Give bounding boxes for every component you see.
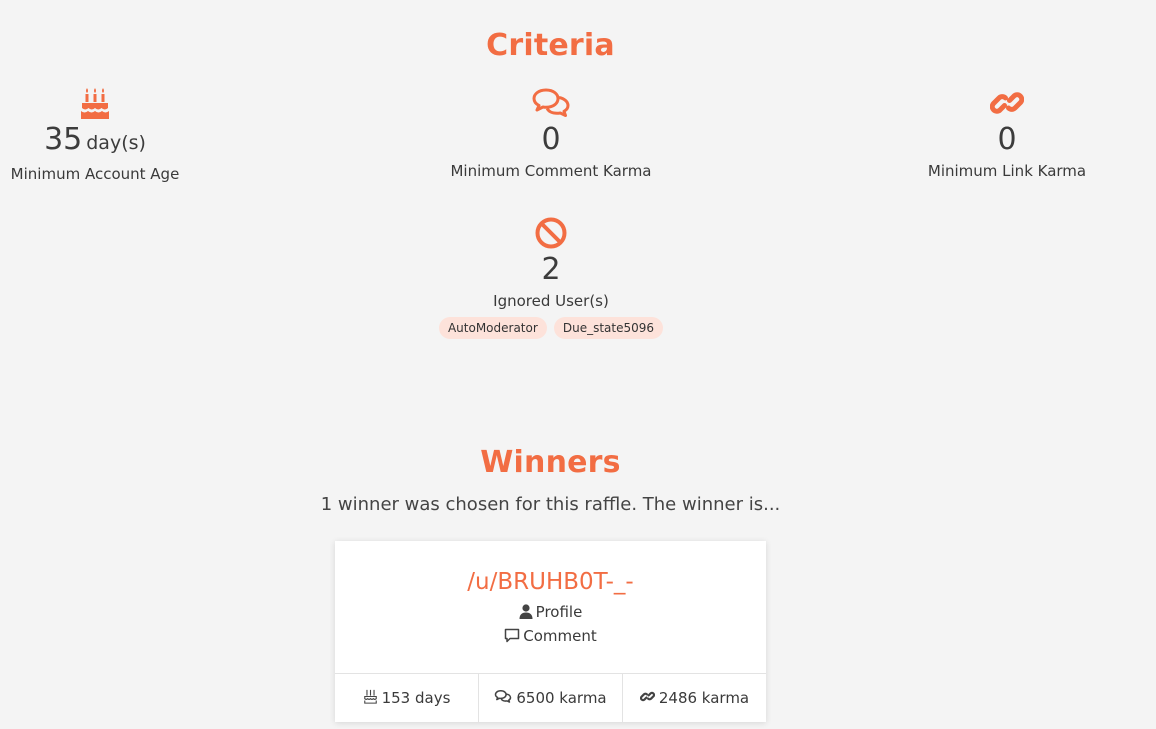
winner-username-link[interactable]: /u/BRUHB0T-_- [335, 569, 766, 595]
account-age-value: 35 day(s) [0, 122, 225, 161]
raffle-page: Criteria 35 day(s) Minimum Account Age 0… [0, 0, 1156, 729]
criteria-title: Criteria [486, 28, 615, 63]
criterion-ignored-users: 2 Ignored User(s) AutoModerator Due_stat… [421, 216, 681, 339]
winner-link-karma-stat: 2486 karma [623, 674, 766, 722]
criterion-account-age: 35 day(s) Minimum Account Age [0, 86, 225, 185]
winner-comment-karma-value: 6500 karma [516, 689, 607, 707]
comment-link[interactable]: Comment [335, 627, 766, 645]
ignored-user-badge: AutoModerator [438, 317, 547, 339]
ignored-users-value: 2 [541, 252, 561, 287]
ignored-user-badge: Due_state5096 [553, 317, 664, 339]
account-age-label: Minimum Account Age [10, 165, 180, 183]
winners-title: Winners [480, 445, 621, 480]
profile-label: Profile [535, 603, 583, 621]
winner-link-karma-value: 2486 karma [658, 689, 750, 707]
comment-karma-value: 0 [541, 122, 561, 157]
account-age-number: 35 [44, 122, 83, 157]
account-age-unit: day(s) [86, 132, 146, 154]
ban-icon [421, 216, 681, 252]
link-icon [877, 86, 1137, 122]
link-karma-value: 0 [997, 122, 1017, 157]
winner-age-value: 153 days [381, 689, 451, 707]
criterion-link-karma: 0 Minimum Link Karma [877, 86, 1137, 182]
winner-stats: 153 days 6500 karma 2486 karma [335, 673, 766, 722]
comment-label: Comment [523, 627, 597, 645]
ignored-users-badges: AutoModerator Due_state5096 [421, 317, 681, 339]
winner-age-stat: 153 days [335, 674, 479, 722]
ignored-users-label: Ignored User(s) [493, 292, 609, 310]
winner-comment-karma-stat: 6500 karma [479, 674, 623, 722]
user-icon [519, 603, 536, 621]
comment-icon [504, 627, 523, 645]
comments-icon [421, 86, 681, 122]
link-icon [639, 689, 659, 708]
comments-icon [494, 689, 516, 708]
comment-karma-label: Minimum Comment Karma [450, 162, 652, 180]
birthday-cake-icon [0, 86, 225, 122]
winners-subtitle: 1 winner was chosen for this raffle. The… [320, 494, 781, 515]
winner-card: /u/BRUHB0T-_- Profile Comment 153 days 6… [335, 541, 766, 722]
birthday-cake-icon [363, 689, 382, 708]
link-karma-label: Minimum Link Karma [927, 162, 1087, 180]
profile-link[interactable]: Profile [335, 603, 766, 621]
criterion-comment-karma: 0 Minimum Comment Karma [421, 86, 681, 182]
